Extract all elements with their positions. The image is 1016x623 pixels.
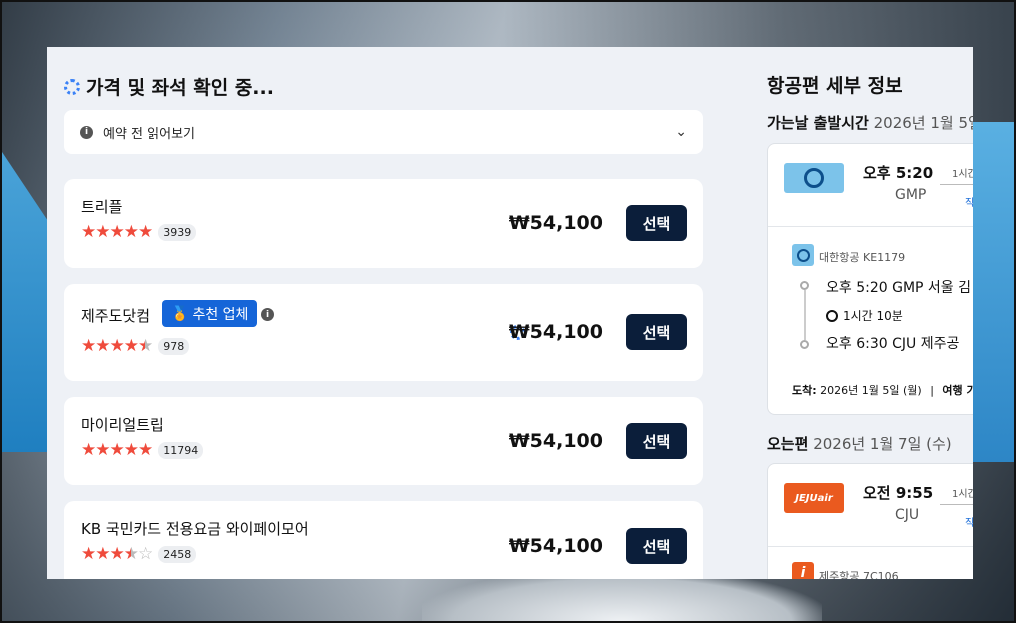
- arrival-summary: 도착: 2026년 1월 5일 (월) | 여행 기: [792, 382, 973, 398]
- inbound-label: 오는편: [767, 435, 809, 453]
- direct-label: 직: [965, 518, 973, 529]
- select-button[interactable]: 선택: [626, 528, 687, 564]
- star-icon: ★: [95, 336, 110, 356]
- jeju-air-logo-text: JEJUair: [795, 492, 833, 504]
- inbound-date: 2026년 1월 7일 (수): [813, 435, 952, 453]
- route-line: [940, 184, 973, 185]
- route-line: [940, 504, 973, 505]
- badge-label: 추천 업체: [192, 306, 249, 323]
- departure-detail: 오후 5:20 GMP 서울 김: [826, 280, 972, 296]
- airline-flight-number: 대한항공 KE1179: [819, 251, 906, 264]
- airline-flight-number: 제주항공 7C106: [819, 570, 899, 579]
- offer-price: ₩54,100: [508, 430, 603, 452]
- vendor-name: 마이리얼트립: [81, 416, 164, 434]
- info-icon[interactable]: i: [261, 308, 274, 321]
- star-icon: ★: [123, 222, 139, 242]
- vendor-name: KB 국민카드 전용요금 와이페이모어: [81, 520, 309, 538]
- korean-air-logo-small: [792, 244, 814, 266]
- timeline-dot: [800, 340, 809, 349]
- flight-duration-text: 1시간 10분: [843, 309, 903, 323]
- flight-duration-short: 1시간: [952, 489, 973, 500]
- star-icon: ★: [81, 440, 96, 460]
- star-icon: ★: [109, 544, 125, 564]
- flight-duration: 1시간 10분: [826, 307, 903, 324]
- arrival-detail: 오후 6:30 CJU 제주공: [826, 336, 960, 352]
- chevron-down-icon: ⌄: [675, 124, 687, 140]
- status-title: 가격 및 좌석 확인 중...: [86, 77, 274, 99]
- arrival-label: 도착:: [792, 384, 817, 397]
- departure-airport: CJU: [895, 507, 920, 523]
- separator: |: [930, 384, 934, 397]
- outbound-date: 2026년 1월 5일: [873, 114, 973, 132]
- jeju-air-logo: JEJUair: [784, 483, 844, 513]
- star-icon: ★: [81, 544, 96, 564]
- star-half-icon: ★: [123, 544, 139, 564]
- star-icon: ★: [81, 222, 96, 242]
- vendor-name: 제주도닷컴: [81, 307, 151, 325]
- offer-card: 트리플 ★ ★ ★ ★ ★ 3939 ₩54,100 선택: [64, 179, 703, 268]
- info-icon: i: [80, 125, 93, 139]
- inbound-heading: 오는편 2026년 1월 7일 (수): [767, 433, 952, 454]
- departure-time: 오후 5:20: [863, 164, 934, 182]
- status-heading: 가격 및 좌석 확인 중...: [64, 73, 703, 100]
- star-empty-icon: ☆: [138, 544, 153, 564]
- divider: [768, 546, 973, 547]
- star-icon: ★: [123, 440, 139, 460]
- booking-panel: 가격 및 좌석 확인 중... i 예약 전 읽어보기 ⌄ 트리플 ★ ★ ★ …: [47, 47, 973, 579]
- timeline-line: [804, 290, 806, 340]
- star-icon: ★: [95, 222, 110, 242]
- rating-stars: ★ ★ ★ ★ ★ 978: [81, 336, 190, 356]
- inbound-card[interactable]: JEJUair 오전 9:55 CJU 1시간 직 i 제주항공 7C106: [767, 463, 973, 579]
- flight-duration-short: 1시간: [952, 169, 973, 180]
- korean-air-logo: [784, 163, 844, 193]
- timeline-dot: [800, 281, 809, 290]
- select-button[interactable]: 선택: [626, 423, 687, 459]
- select-button[interactable]: 선택: [626, 205, 687, 241]
- offer-card: KB 국민카드 전용요금 와이페이모어 ★ ★ ★ ★ ☆ 2458 ₩54,1…: [64, 501, 703, 579]
- outbound-card[interactable]: 오후 5:20 GMP 1시간 직 대한항공 KE1179 오후 5:20 GM…: [767, 143, 973, 415]
- recommended-badge: 🏅 추천 업체: [162, 300, 258, 327]
- divider: [768, 226, 973, 227]
- vendor-name: 트리플: [81, 198, 123, 216]
- clock-icon: [826, 309, 838, 322]
- rating-stars: ★ ★ ★ ★ ☆ 2458: [81, 544, 197, 564]
- review-count: 3939: [158, 224, 197, 241]
- review-count: 978: [158, 338, 190, 355]
- notice-label: 예약 전 읽어보기: [103, 126, 195, 142]
- rating-stars: ★ ★ ★ ★ ★ 11794: [81, 440, 204, 460]
- offer-price: ₩54,100: [508, 321, 603, 343]
- details-title: 항공편 세부 정보: [767, 75, 903, 97]
- star-half-icon: ★: [138, 336, 153, 356]
- star-icon: ★: [95, 544, 110, 564]
- star-icon: ★: [109, 336, 125, 356]
- star-icon: ★: [81, 336, 96, 356]
- offer-card: 마이리얼트립 ★ ★ ★ ★ ★ 11794 ₩54,100 선택: [64, 397, 703, 485]
- star-icon: ★: [123, 336, 139, 356]
- outbound-label: 가는날 출발시간: [767, 114, 869, 132]
- rating-stars: ★ ★ ★ ★ ★ 3939: [81, 222, 197, 242]
- departure-airport: GMP: [895, 187, 927, 203]
- direct-label: 직: [965, 198, 973, 209]
- offers-column: 가격 및 좌석 확인 중... i 예약 전 읽어보기 ⌄ 트리플 ★ ★ ★ …: [64, 47, 703, 579]
- select-button[interactable]: 선택: [626, 314, 687, 350]
- star-icon: ★: [109, 222, 125, 242]
- review-count: 11794: [158, 442, 204, 459]
- offer-price: ₩54,100: [508, 212, 603, 234]
- offer-card: 제주도닷컴 🏅 추천 업체 i ★ ★ ★ ★ ★ 978 ₩54,100 선택: [64, 284, 703, 381]
- jeju-air-logo-small: i: [792, 562, 814, 579]
- offer-price: ₩54,100: [508, 535, 603, 557]
- star-icon: ★: [109, 440, 125, 460]
- review-count: 2458: [158, 546, 197, 563]
- departure-time: 오전 9:55: [863, 484, 934, 502]
- star-icon: ★: [138, 222, 153, 242]
- travel-label: 여행 기: [942, 384, 973, 397]
- loading-spinner-icon: [64, 78, 80, 95]
- arrival-date: 2026년 1월 5일 (월): [820, 384, 922, 397]
- star-icon: ★: [95, 440, 110, 460]
- star-icon: ★: [138, 440, 153, 460]
- medal-icon: 🏅: [171, 305, 189, 322]
- outbound-heading: 가는날 출발시간 2026년 1월 5일: [767, 112, 973, 133]
- notice-accordion[interactable]: i 예약 전 읽어보기 ⌄: [64, 110, 703, 154]
